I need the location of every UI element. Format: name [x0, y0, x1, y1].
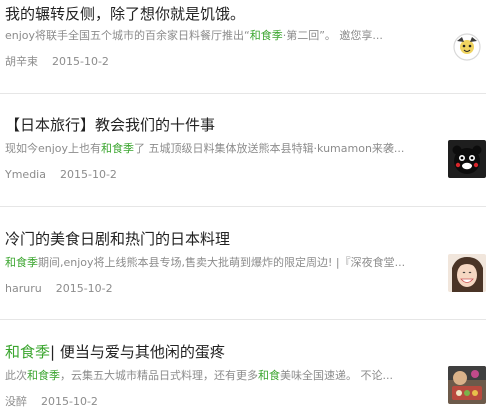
article-meta: 没醉 2015-10-2: [5, 394, 98, 410]
snippet-text: enjoy将联手全国五个城市的百余家日料餐厅推出“: [5, 29, 250, 42]
article-item[interactable]: 我的辗转反侧，除了想你就是饥饿。 enjoy将联手全国五个城市的百余家日料餐厅推…: [0, 0, 496, 93]
logo-thumbnail-icon[interactable]: [448, 27, 486, 65]
title-highlight: 和食季: [5, 343, 51, 361]
article-item[interactable]: 和食季| 便当与爱与其他闲的蛋疼 此次和食季，云集五大城市精品日式料理，还有更多…: [0, 320, 496, 414]
article-title[interactable]: 冷门的美食日剧和热门的日本料理: [5, 229, 440, 249]
snippet-highlight: 和食: [258, 369, 280, 382]
article-date: 2015-10-2: [55, 282, 113, 295]
snippet-text: 此次: [5, 369, 27, 382]
article-item[interactable]: 冷门的美食日剧和热门的日本料理 和食季期间,enjoy将上线熊本县专场,售卖大批…: [0, 207, 496, 319]
snippet-highlight: 和食季: [5, 256, 38, 269]
article-meta: Ymedia 2015-10-2: [5, 167, 117, 183]
snippet-highlight: 和食季: [249, 29, 283, 42]
article-snippet: enjoy将联手全国五个城市的百余家日料餐厅推出“和食季·第二回”。 邀您享..…: [5, 28, 435, 44]
snippet-highlight: 和食季: [27, 369, 60, 382]
article-item[interactable]: 【日本旅行】教会我们的十件事 现如今enjoy上也有和食季了 五城顶级日料集体放…: [0, 94, 496, 206]
snippet-text: 期间,enjoy将上线熊本县专场,售卖大批萌到爆炸的限定周边! |『深夜食堂..…: [38, 256, 406, 269]
kumamon-thumbnail-icon[interactable]: [448, 140, 486, 178]
snippet-text: 现如今enjoy上也有: [5, 142, 102, 155]
article-snippet: 现如今enjoy上也有和食季了 五城顶级日料集体放送熊本县特辑·kumamon来…: [5, 141, 435, 157]
article-meta: haruru 2015-10-2: [5, 281, 113, 297]
smiling-girl-thumbnail-icon[interactable]: [448, 254, 486, 292]
snippet-text: 了 五城顶级日料集体放送熊本县特辑·kumamon来袭...: [134, 142, 405, 155]
snippet-text: ，云集五大城市精品日式料理，还有更多: [60, 369, 258, 382]
article-author[interactable]: 没醉: [5, 395, 27, 408]
article-author[interactable]: 胡辛束: [5, 55, 38, 68]
article-author[interactable]: Ymedia: [5, 168, 46, 181]
snippet-highlight: 和食季: [101, 142, 135, 155]
article-date: 2015-10-2: [41, 395, 98, 408]
snippet-text: 美味全国速递。 不论...: [280, 369, 393, 382]
article-snippet: 此次和食季，云集五大城市精品日式料理，还有更多和食美味全国速递。 不论...: [5, 368, 435, 384]
article-date: 2015-10-2: [52, 55, 109, 68]
title-text: | 便当与爱与其他闲的蛋疼: [50, 343, 225, 361]
article-date: 2015-10-2: [59, 168, 117, 181]
article-meta: 胡辛束 2015-10-2: [5, 54, 109, 70]
article-title[interactable]: 我的辗转反侧，除了想你就是饥饿。: [5, 4, 440, 24]
snippet-text: ·第二回”。 邀您享...: [282, 29, 383, 42]
article-snippet: 和食季期间,enjoy将上线熊本县专场,售卖大批萌到爆炸的限定周边! |『深夜食…: [5, 255, 435, 271]
search-results-feed: 我的辗转反侧，除了想你就是饥饿。 enjoy将联手全国五个城市的百余家日料餐厅推…: [0, 0, 496, 414]
food-photo-thumbnail-icon[interactable]: [448, 366, 486, 404]
article-author[interactable]: haruru: [5, 282, 42, 295]
article-title[interactable]: 和食季| 便当与爱与其他闲的蛋疼: [5, 342, 440, 362]
article-title[interactable]: 【日本旅行】教会我们的十件事: [5, 115, 440, 135]
